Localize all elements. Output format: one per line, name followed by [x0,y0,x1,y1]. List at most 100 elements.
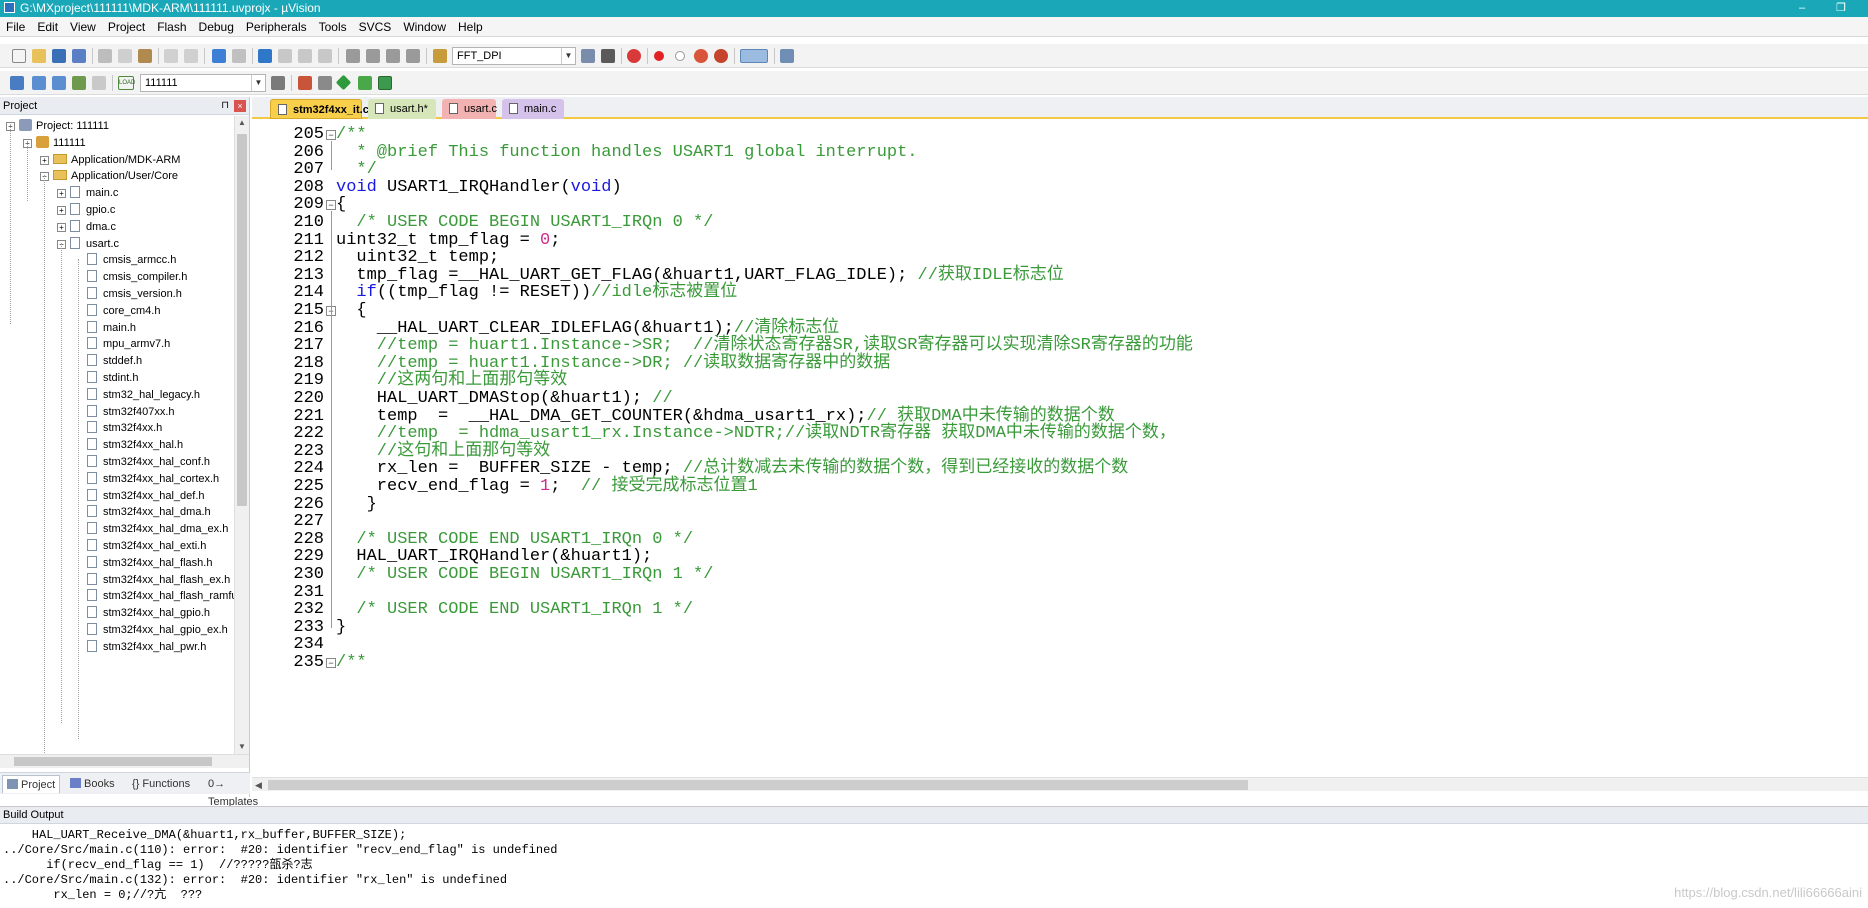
tree-item-header[interactable]: stm32f4xx_hal_gpio.h [74,605,210,622]
find-icon[interactable] [581,49,595,63]
clear-breakpoints-icon[interactable] [694,49,708,63]
tree-item-file[interactable]: + dma.c [57,219,116,236]
redo-icon[interactable] [184,49,198,63]
next-bookmark-icon[interactable] [298,49,312,63]
build-icon[interactable] [32,76,46,90]
tree-item-project[interactable]: − Project: 111111 [6,118,109,135]
configure-icon[interactable] [780,49,794,63]
tree-item-header[interactable]: stm32f4xx_hal_dma_ex.h [74,521,228,538]
tree-item-header[interactable]: stdint.h [74,370,138,387]
tree-item-header[interactable]: stm32f4xx_hal_dma.h [74,504,211,521]
paste-icon[interactable] [138,49,152,63]
menu-help[interactable]: Help [452,17,489,37]
expand-icon[interactable]: + [57,222,66,232]
tree-item-header[interactable]: stddef.h [74,353,142,370]
tree-item-header[interactable]: mpu_armv7.h [74,336,170,353]
pack-installer-icon[interactable] [378,76,392,90]
cut-icon[interactable] [98,49,112,63]
file-tab[interactable]: main.c [502,99,564,119]
file-tab[interactable]: usart.c [442,99,497,119]
unindent-icon[interactable] [366,49,380,63]
scroll-thumb[interactable] [268,780,1248,790]
code-area[interactable]: /** * @brief This function handles USART… [336,121,1856,775]
scroll-thumb[interactable] [237,134,247,506]
tree-item-header[interactable]: stm32f4xx_hal_def.h [74,488,205,505]
rebuild-icon[interactable] [52,76,66,90]
stop-build-icon[interactable] [92,76,106,90]
tree-item-header[interactable]: main.h [74,320,136,337]
tree-item-group[interactable]: − Application/User/Core [40,168,178,185]
tree-item-header[interactable]: stm32f4xx_hal_exti.h [74,538,206,555]
tree-item-header[interactable]: stm32f4xx_hal_gpio_ex.h [74,622,228,639]
tree-vertical-scrollbar[interactable]: ▲ ▼ [234,116,249,754]
menu-peripherals[interactable]: Peripherals [240,17,313,37]
fold-toggle-icon[interactable]: − [326,658,336,668]
kill-breakpoints-icon[interactable] [714,49,728,63]
expand-icon[interactable]: + [40,155,49,165]
find-combo[interactable]: FFT_DPI ▼ [452,47,576,65]
tab-functions[interactable]: {} Functions [128,775,194,793]
tree-item-file[interactable]: + gpio.c [57,202,115,219]
disable-breakpoint-icon[interactable] [675,51,685,61]
tree-item-header[interactable]: stm32f4xx_hal_flash.h [74,555,212,572]
download-load-icon[interactable]: LOAD [118,76,135,90]
tree-item-file[interactable]: − usart.c [57,236,119,253]
tree-item-header[interactable]: cmsis_version.h [74,286,182,303]
file-extensions-icon[interactable] [318,76,332,90]
menu-view[interactable]: View [64,17,102,37]
tree-item-file[interactable]: + main.c [57,185,118,202]
scroll-down-icon[interactable]: ▼ [235,740,249,754]
debug-session-icon[interactable] [627,49,641,63]
breakpoint-icon[interactable] [654,51,664,61]
file-tab[interactable]: usart.h* [368,99,436,119]
copy-icon[interactable] [118,49,132,63]
scroll-left-icon[interactable]: ◀ [255,778,262,792]
tree-horizontal-scrollbar[interactable] [0,754,249,768]
chevron-down-icon[interactable]: ▼ [561,48,575,64]
fold-toggle-icon[interactable]: − [326,200,336,211]
tree-item-header[interactable]: stm32f4xx_hal_conf.h [74,454,210,471]
batch-build-icon[interactable] [72,76,86,90]
tree-item-header[interactable]: core_cm4.h [74,303,160,320]
comment-icon[interactable] [386,49,400,63]
target-options-icon[interactable] [271,76,285,90]
menu-file[interactable]: File [0,17,31,37]
scroll-up-icon[interactable]: ▲ [235,116,249,130]
scroll-thumb[interactable] [14,757,212,766]
window-controls[interactable]: – ❐ [1799,0,1860,17]
tree-item-header[interactable]: stm32f407xx.h [74,404,175,421]
tree-item-header[interactable]: stm32f4xx_hal_cortex.h [74,471,219,488]
tree-item-header[interactable]: stm32f4xx_hal_flash_ramfunc [74,588,234,605]
expand-icon[interactable]: + [57,189,66,199]
tree-item-header[interactable]: stm32f4xx_hal_pwr.h [74,639,206,656]
close-icon[interactable]: × [234,100,246,112]
manage-project-icon[interactable] [298,76,312,90]
pin-icon[interactable]: ⊓ [221,97,229,115]
save-icon[interactable] [52,49,66,63]
tab-project[interactable]: Project [2,775,61,793]
tree-item-target[interactable]: −111111 [23,135,86,152]
expand-icon[interactable]: + [57,206,66,215]
clear-bookmarks-icon[interactable] [318,49,332,63]
menu-debug[interactable]: Debug [193,17,240,37]
indent-icon[interactable] [346,49,360,63]
tree-item-header[interactable]: stm32_hal_legacy.h [74,387,200,404]
new-file-icon[interactable] [12,49,26,63]
uncomment-icon[interactable] [406,49,420,63]
window-layout-icon[interactable] [740,49,768,63]
editor-horizontal-scrollbar[interactable]: ◀ [252,777,1868,791]
menu-window[interactable]: Window [397,17,452,37]
find-in-files-icon[interactable] [433,49,447,63]
chevron-down-icon[interactable]: ▼ [251,75,265,91]
tree-item-header[interactable]: cmsis_compiler.h [74,269,187,286]
tree-item-header[interactable]: cmsis_armcc.h [74,252,176,269]
tree-item-header[interactable]: stm32f4xx_hal_flash_ex.h [74,572,230,589]
fold-toggle-icon[interactable]: − [326,130,336,140]
bookmark-icon[interactable] [258,49,272,63]
menu-svcs[interactable]: SVCS [353,17,398,37]
save-all-icon[interactable] [72,49,86,63]
open-folder-icon[interactable] [32,49,46,63]
incremental-find-icon[interactable] [601,49,615,63]
tree-item-group[interactable]: + Application/MDK-ARM [40,152,180,169]
undo-icon[interactable] [164,49,178,63]
